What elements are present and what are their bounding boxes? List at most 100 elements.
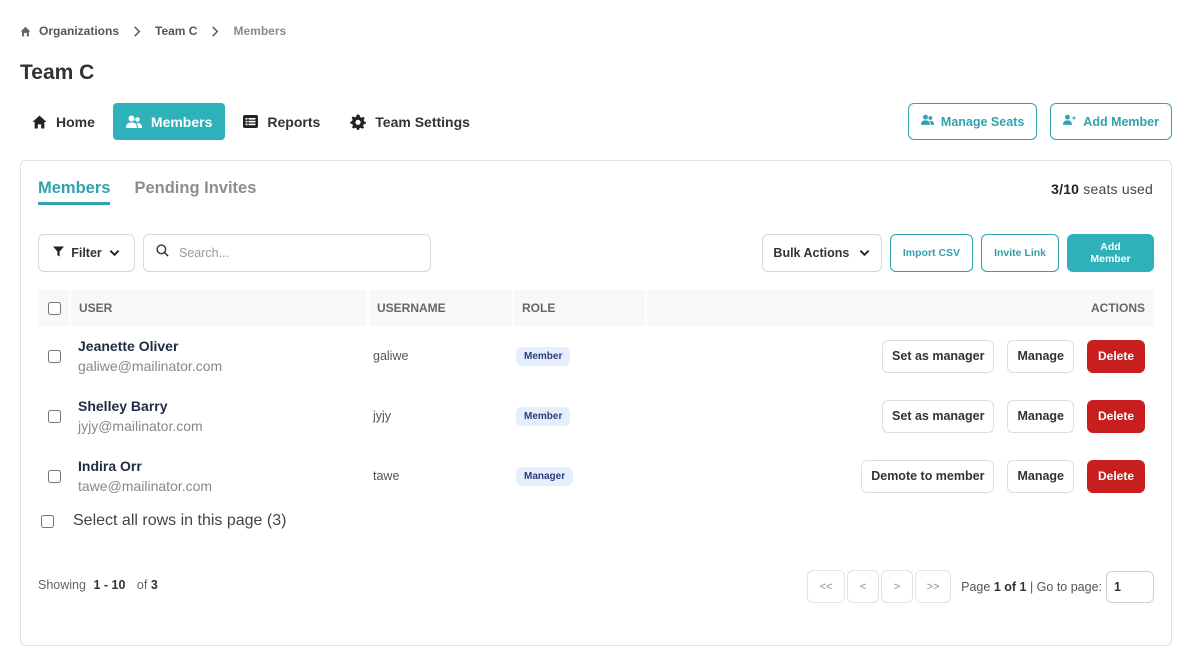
add-member-button[interactable]: Add Member <box>1067 234 1154 272</box>
row-checkbox[interactable] <box>47 469 61 483</box>
page-prefix: Page <box>961 579 991 594</box>
prev-page-button[interactable]: < <box>847 570 880 603</box>
user-email: galiwe@mailinator.com <box>78 357 223 374</box>
nav-item-reports[interactable]: Reports <box>231 103 332 140</box>
import-csv-button[interactable]: Import CSV <box>889 234 974 272</box>
role-badge: Member <box>516 406 571 426</box>
breadcrumb-organizations[interactable]: Organizations <box>39 24 119 38</box>
invite-link-button[interactable]: Invite Link <box>981 234 1059 272</box>
add-member-header-button[interactable]: Add Member <box>1050 103 1172 140</box>
delete-button[interactable]: Delete <box>1087 339 1145 373</box>
page-title: Team C <box>20 61 95 84</box>
user-name: Indira Orr <box>78 457 142 474</box>
next-page-button[interactable]: > <box>881 570 914 603</box>
last-page-button[interactable]: >> <box>915 570 952 603</box>
column-header-role[interactable]: ROLE <box>514 290 645 326</box>
table-header: USER USERNAME ROLE ACTIONS <box>39 290 1153 326</box>
table-row: Shelley Barry jyjy@mailinator.com jyjy M… <box>39 386 1153 446</box>
select-all-page-label: Select all rows in this page (3) <box>73 512 287 529</box>
username: tawe <box>373 469 400 483</box>
members-tabs: Members Pending Invites <box>38 179 256 205</box>
bulk-actions-dropdown[interactable]: Bulk Actions <box>761 234 882 272</box>
set-as-manager-button[interactable]: Set as manager <box>882 399 995 433</box>
nav-item-label: Reports <box>267 113 321 130</box>
breadcrumb-current: Members <box>233 24 287 38</box>
manage-button[interactable]: Manage <box>1007 339 1074 373</box>
gear-icon <box>350 114 367 130</box>
row-checkbox[interactable] <box>47 409 61 423</box>
user-email: jyjy@mailinator.com <box>78 417 203 434</box>
showing-prefix: Showing <box>38 578 86 592</box>
table-row: Jeanette Oliver galiwe@mailinator.com ga… <box>39 326 1153 386</box>
filter-icon <box>53 246 65 260</box>
seats-used: 3/10 seats used <box>1051 181 1153 197</box>
page-info: Page 1 of 1 | Go to page: <box>961 580 1102 594</box>
tab-members[interactable]: Members <box>38 179 111 205</box>
add-member-label: Add Member <box>1083 114 1159 129</box>
home-icon[interactable] <box>20 26 31 37</box>
showing-of: of <box>136 578 148 592</box>
search-box <box>143 234 431 272</box>
column-header-user[interactable]: USER <box>71 290 367 326</box>
nav-item-home[interactable]: Home <box>20 103 107 140</box>
goto-page-input[interactable] <box>1106 570 1154 603</box>
team-nav: Home Members Reports Team Settings <box>20 103 482 140</box>
chevron-down-icon <box>859 246 870 260</box>
delete-button[interactable]: Delete <box>1087 399 1145 433</box>
tab-pending-invites[interactable]: Pending Invites <box>134 179 256 205</box>
select-all-page[interactable]: Select all rows in this page (3) <box>41 512 286 530</box>
select-all-checkbox[interactable] <box>47 301 61 315</box>
user-plus-icon <box>1063 114 1076 129</box>
members-card: Members Pending Invites 3/10 seats used … <box>20 160 1172 646</box>
seats-count: 3/10 <box>1051 181 1080 197</box>
nav-item-label: Team Settings <box>375 113 470 130</box>
set-as-manager-button[interactable]: Set as manager <box>882 339 995 373</box>
showing-total: 3 <box>150 578 158 592</box>
search-input[interactable] <box>179 246 418 260</box>
nav-item-label: Members <box>150 113 213 130</box>
chevron-down-icon <box>109 246 120 260</box>
user-email: tawe@mailinator.com <box>78 477 213 494</box>
nav-item-label: Home <box>56 113 95 130</box>
user-name: Shelley Barry <box>78 397 168 414</box>
username: jyjy <box>373 409 392 423</box>
header-checkbox-cell <box>39 290 69 326</box>
seats-label: seats used <box>1083 181 1153 197</box>
breadcrumb: Organizations Team C Members <box>20 24 286 38</box>
chevron-right-icon <box>211 25 219 37</box>
bulk-actions-label: Bulk Actions <box>773 246 850 260</box>
nav-item-team-settings[interactable]: Team Settings <box>338 103 482 140</box>
goto-label: | Go to page: <box>1029 579 1102 594</box>
home-icon <box>32 114 47 129</box>
role-badge: Member <box>516 346 571 366</box>
users-icon <box>920 114 934 129</box>
manage-seats-label: Manage Seats <box>940 114 1025 129</box>
breadcrumb-team[interactable]: Team C <box>155 24 197 38</box>
manage-button[interactable]: Manage <box>1007 459 1074 493</box>
column-header-username[interactable]: USERNAME <box>369 290 512 326</box>
table-row: Indira Orr tawe@mailinator.com tawe Mana… <box>39 446 1153 506</box>
table-toolbar: Bulk Actions Import CSV Invite Link Add … <box>761 234 1154 272</box>
manage-button[interactable]: Manage <box>1007 399 1074 433</box>
select-all-page-checkbox[interactable] <box>41 514 54 528</box>
users-icon <box>125 115 142 129</box>
showing-summary: Showing 1 - 10 of 3 <box>38 578 158 592</box>
pagination: << < > >> Page 1 of 1 | Go to page: <box>807 570 1154 603</box>
first-page-button[interactable]: << <box>807 570 846 603</box>
username: galiwe <box>373 349 409 363</box>
demote-to-member-button[interactable]: Demote to member <box>861 459 995 493</box>
manage-seats-button[interactable]: Manage Seats <box>907 103 1038 140</box>
filter-label: Filter <box>71 246 102 260</box>
delete-button[interactable]: Delete <box>1087 459 1145 493</box>
chevron-right-icon <box>133 25 141 37</box>
showing-range: 1 - 10 <box>93 578 126 592</box>
members-table: USER USERNAME ROLE ACTIONS Jeanette Oliv… <box>39 290 1153 506</box>
user-name: Jeanette Oliver <box>78 337 179 354</box>
list-icon <box>243 115 259 128</box>
column-header-actions: ACTIONS <box>647 290 1153 326</box>
role-badge: Manager <box>516 466 574 486</box>
nav-item-members[interactable]: Members <box>112 103 226 140</box>
filter-button[interactable]: Filter <box>38 234 135 272</box>
header-actions: Manage Seats Add Member <box>907 103 1172 140</box>
row-checkbox[interactable] <box>47 349 61 363</box>
